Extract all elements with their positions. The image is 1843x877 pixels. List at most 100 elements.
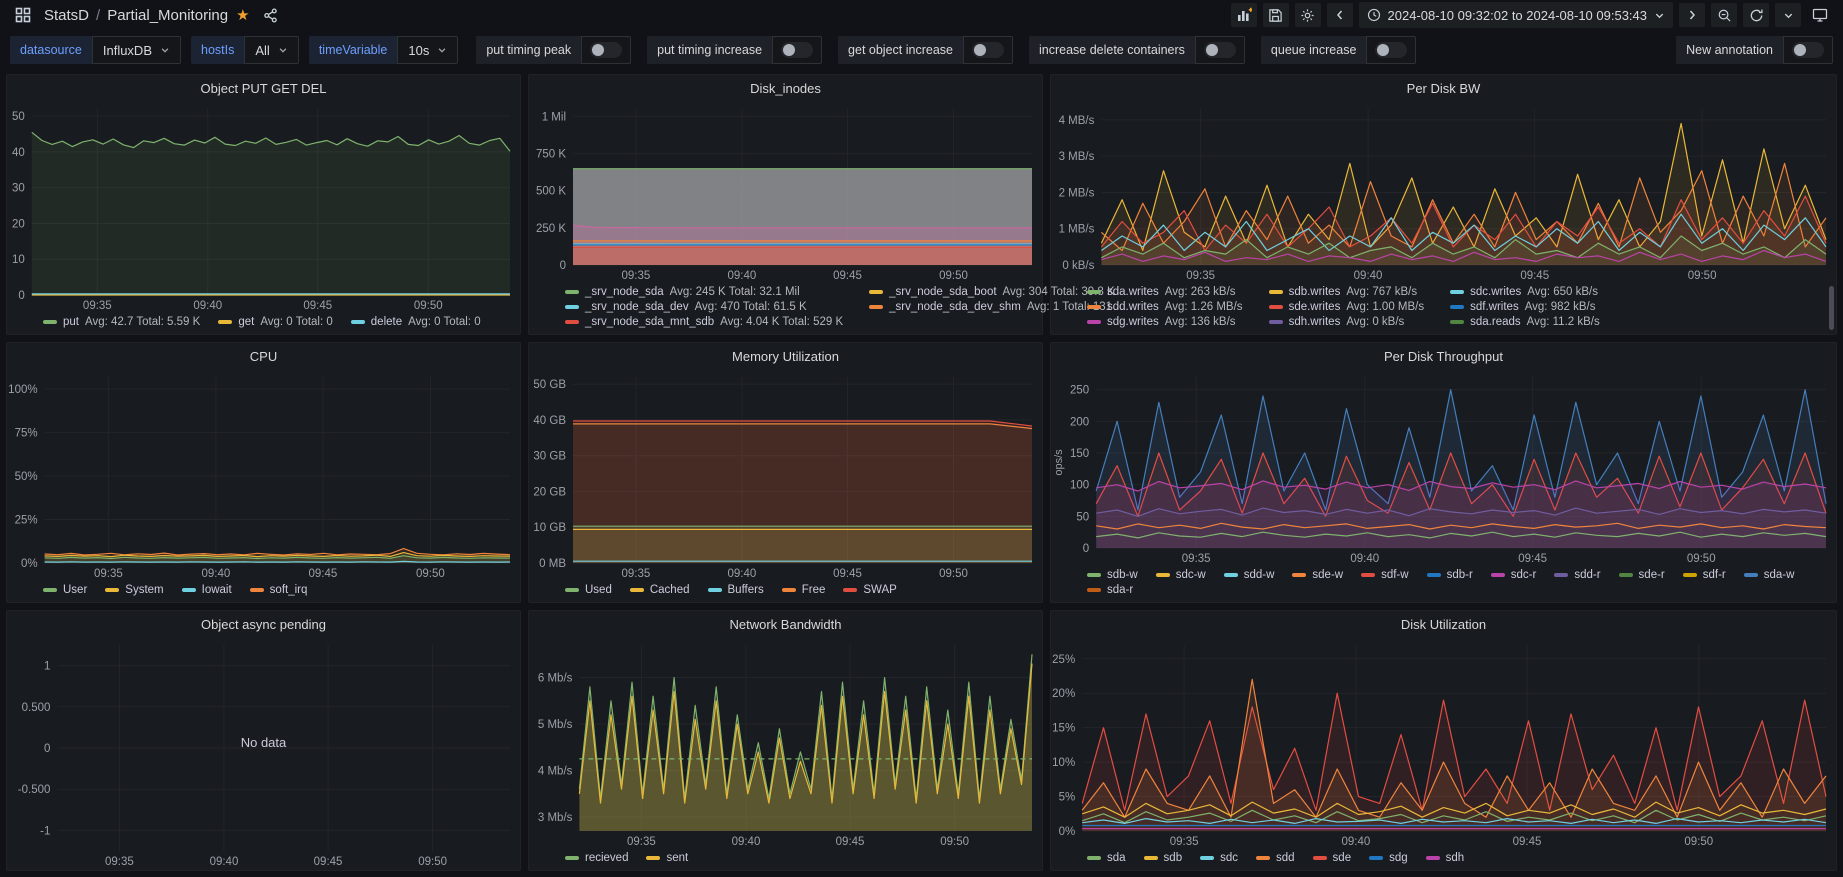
dashboard-settings-gear-icon[interactable] xyxy=(1294,3,1321,27)
legend-series-stats: Avg: 0 kB/s xyxy=(1346,316,1405,328)
svg-text:20: 20 xyxy=(12,218,25,230)
chart-plot-area[interactable]: 50 40 30 20 10 0 09:35 09:40 09:45 09:50 xyxy=(7,101,520,314)
legend-series-label[interactable]: sdh.writes xyxy=(1289,316,1341,328)
legend-series-label[interactable]: Free xyxy=(802,584,826,596)
breadcrumb-app[interactable]: StatsD xyxy=(44,7,89,24)
legend-series-label[interactable]: sdg.writes xyxy=(1107,316,1159,328)
legend-series-label[interactable]: get xyxy=(238,316,254,328)
no-data-message: No data xyxy=(240,734,287,750)
legend-series-label[interactable]: sde-r xyxy=(1639,569,1665,581)
legend-series-label[interactable]: _srv_node_sda_dev_shm xyxy=(889,301,1021,313)
save-dashboard-button[interactable] xyxy=(1262,3,1289,27)
chart-plot-area[interactable]: 25% 20% 15% 10% 5% 0% 09:35 09:40 09:45 09:50 xyxy=(1051,637,1836,850)
panel-title[interactable]: Per Disk BW xyxy=(1051,75,1836,101)
legend-series-label[interactable]: sdd xyxy=(1276,852,1295,864)
legend-series-label[interactable]: sdf-w xyxy=(1381,569,1408,581)
refresh-dashboard-button[interactable] xyxy=(1743,3,1769,27)
legend-series-label[interactable]: delete xyxy=(371,316,402,328)
legend-series-label[interactable]: sda-w xyxy=(1764,569,1795,581)
apps-grid-icon[interactable] xyxy=(10,3,36,27)
chart-plot-area[interactable]: 1 Mil 750 K 500 K 250 K 0 09:35 09:40 09:45 09:5… xyxy=(529,101,1042,284)
svg-text:1 Mil: 1 Mil xyxy=(542,111,566,123)
panel-title[interactable]: Per Disk Throughput xyxy=(1051,343,1836,369)
legend-series-label[interactable]: sdd.writes xyxy=(1107,301,1159,313)
legend-scrollbar[interactable] xyxy=(1829,286,1834,330)
legend-series-label[interactable]: _srv_node_sda xyxy=(585,286,664,298)
variable-value-dropdown[interactable]: InfluxDB xyxy=(91,36,181,64)
toggle-button[interactable] xyxy=(1366,36,1417,64)
share-icon[interactable] xyxy=(258,3,284,27)
legend-series-label[interactable]: _srv_node_sda_dev xyxy=(585,301,689,313)
panel-title[interactable]: Object async pending xyxy=(7,611,520,637)
legend-series-label[interactable]: sdf.writes xyxy=(1470,301,1519,313)
dashboard-panel-grid: Object PUT GET DEL 50 40 30 20 10 0 09:35 09:40… xyxy=(0,70,1843,877)
breadcrumb-page[interactable]: Partial_Monitoring xyxy=(107,7,228,24)
chart-plot-area[interactable]: 50 GB 40 GB 30 GB 20 GB 10 GB 0 MB 09:35 09:40 0… xyxy=(529,369,1042,582)
toggle-button[interactable] xyxy=(581,36,632,64)
legend-series-label[interactable]: sde-w xyxy=(1312,569,1343,581)
legend-series-label[interactable]: sdb xyxy=(1164,852,1183,864)
legend-series-label[interactable]: User xyxy=(63,584,87,596)
legend-series-label[interactable]: Used xyxy=(585,584,612,596)
panel-title[interactable]: CPU xyxy=(7,343,520,369)
legend-series-label[interactable]: sdc-w xyxy=(1176,569,1206,581)
kiosk-mode-monitor-icon[interactable] xyxy=(1807,3,1833,27)
time-range-picker[interactable]: 2024-08-10 09:32:02 to 2024-08-10 09:53:… xyxy=(1358,2,1673,28)
toggle-button[interactable] xyxy=(1194,36,1245,64)
legend-series-label[interactable]: _srv_node_sda_mnt_sdb xyxy=(585,316,714,328)
panel-title[interactable]: Disk_inodes xyxy=(529,75,1042,101)
legend-series-label[interactable]: sdc.writes xyxy=(1470,286,1521,298)
legend-series-label[interactable]: sdd-r xyxy=(1574,569,1600,581)
variable-group: hostIs All xyxy=(191,36,299,64)
variable-value-dropdown[interactable]: 10s xyxy=(397,36,459,64)
refresh-interval-dropdown[interactable] xyxy=(1775,3,1801,27)
legend-series-label[interactable]: sde xyxy=(1333,852,1352,864)
legend-series-label[interactable]: sdb.writes xyxy=(1289,286,1341,298)
toggle-button[interactable] xyxy=(772,36,823,64)
legend-series-label[interactable]: sdf-r xyxy=(1703,569,1726,581)
panel-title[interactable]: Memory Utilization xyxy=(529,343,1042,369)
legend-series-label[interactable]: put xyxy=(63,316,79,328)
legend-series-label[interactable]: sdd-w xyxy=(1244,569,1275,581)
legend-series-label[interactable]: sde.writes xyxy=(1289,301,1341,313)
chart-plot-area[interactable]: 6 Mb/s 5 Mb/s 4 Mb/s 3 Mb/s 09:35 09:40 09:45 0… xyxy=(529,637,1042,850)
panel-title[interactable]: Object PUT GET DEL xyxy=(7,75,520,101)
panel-title[interactable]: Network Bandwidth xyxy=(529,611,1042,637)
legend-series-label[interactable]: sdh xyxy=(1446,852,1465,864)
legend-series-label[interactable]: sent xyxy=(666,852,688,864)
legend-series-label[interactable]: sdc xyxy=(1220,852,1238,864)
time-shift-forward-button[interactable] xyxy=(1679,3,1705,27)
legend-series-label[interactable]: sdc-r xyxy=(1511,569,1537,581)
panel: Memory Utilization 50 GB 40 GB 30 GB 20 GB 1… xyxy=(528,342,1043,603)
legend-series-label[interactable]: recieved xyxy=(585,852,628,864)
legend-series-label[interactable]: sdg xyxy=(1389,852,1408,864)
legend-series-label[interactable]: Cached xyxy=(650,584,690,596)
legend-series-label[interactable]: SWAP xyxy=(863,584,896,596)
favorite-star-icon[interactable]: ★ xyxy=(236,6,249,24)
legend-item: SWAP xyxy=(843,584,897,596)
legend-series-label[interactable]: sda-r xyxy=(1107,584,1133,596)
legend-series-label[interactable]: sdb-w xyxy=(1107,569,1138,581)
legend-series-label[interactable]: sdb-r xyxy=(1447,569,1473,581)
chart-plot-area[interactable]: 1 0.500 0 -0.500 -1 09:35 09:40 09:45 09:50 No da… xyxy=(7,637,520,870)
legend-series-label[interactable]: sda xyxy=(1107,852,1126,864)
zoom-out-time-button[interactable] xyxy=(1711,3,1737,27)
panel-title[interactable]: Disk Utilization xyxy=(1051,611,1836,637)
chart-plot-area[interactable]: 250 200 150 100 50 0 09:35 09:40 09:45 09:50 ops/s xyxy=(1051,369,1836,567)
add-panel-button[interactable] xyxy=(1230,3,1257,27)
legend-series-label[interactable]: Iowait xyxy=(202,584,232,596)
new-annotation-toggle[interactable] xyxy=(1783,36,1833,64)
legend-series-label[interactable]: System xyxy=(125,584,163,596)
legend-series-label[interactable]: soft_irq xyxy=(270,584,308,596)
time-shift-back-button[interactable] xyxy=(1326,3,1353,27)
new-annotation-label: New annotation xyxy=(1676,36,1783,64)
legend-series-label[interactable]: sda.reads xyxy=(1470,316,1521,328)
svg-text:10: 10 xyxy=(12,254,25,266)
legend-series-label[interactable]: Buffers xyxy=(728,584,764,596)
legend-series-label[interactable]: _srv_node_sda_boot xyxy=(889,286,996,298)
chart-plot-area[interactable]: 4 MB/s 3 MB/s 2 MB/s 1 MB/s 0 kB/s 09:35 09:40… xyxy=(1051,101,1836,284)
chart-plot-area[interactable]: 100% 75% 50% 25% 0% 09:35 09:40 09:45 09:50 xyxy=(7,369,520,582)
legend-series-label[interactable]: sda.writes xyxy=(1107,286,1159,298)
variable-value-dropdown[interactable]: All xyxy=(244,36,299,64)
toggle-button[interactable] xyxy=(962,36,1013,64)
